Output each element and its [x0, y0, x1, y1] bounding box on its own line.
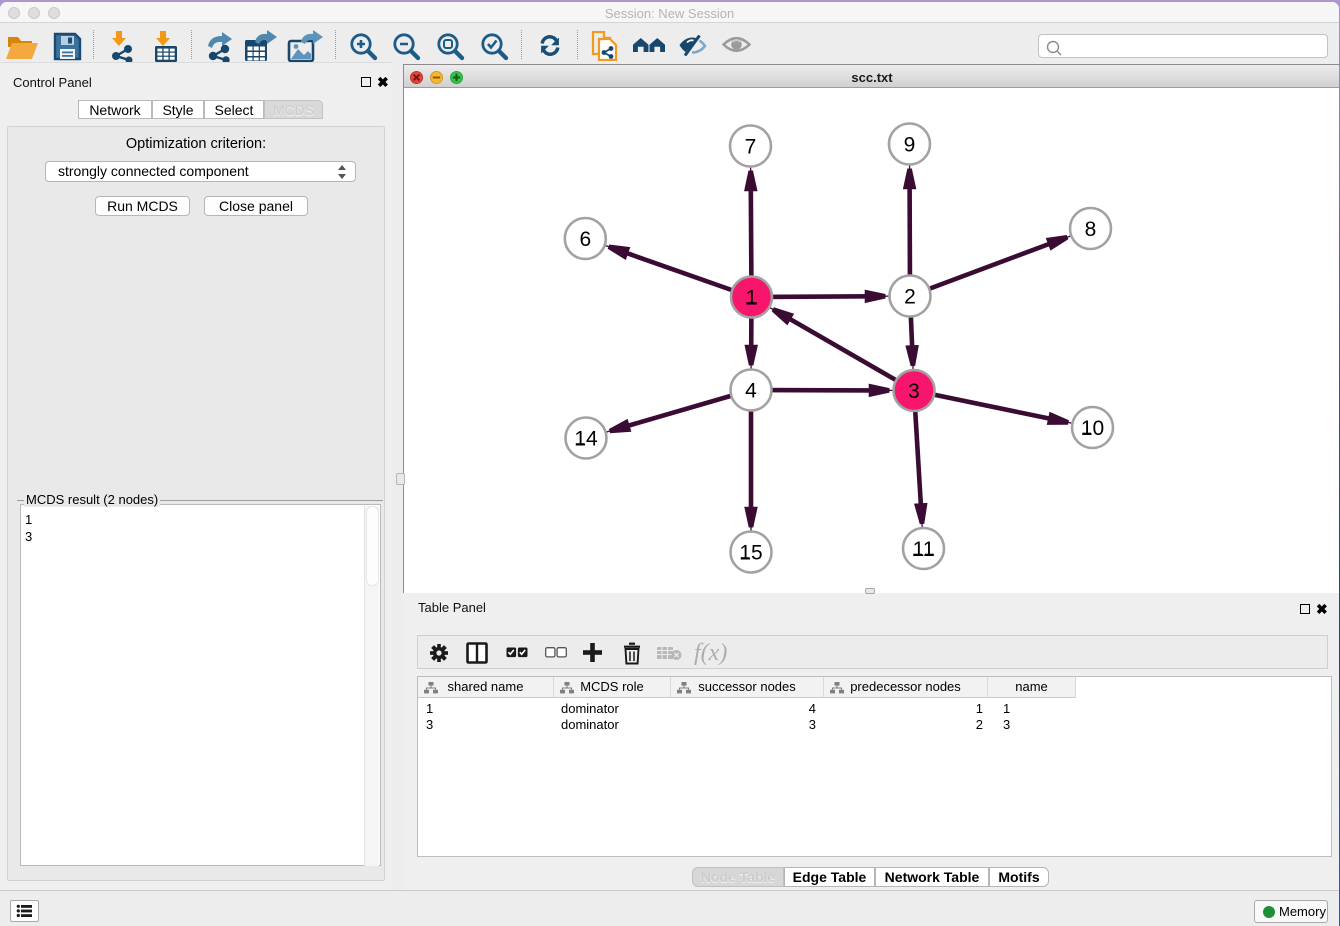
svg-text:15: 15 [739, 542, 762, 565]
svg-text:1: 1 [746, 287, 758, 310]
svg-text:8: 8 [1085, 218, 1097, 241]
svg-text:10: 10 [1081, 417, 1104, 440]
svg-text:f(x): f(x) [694, 640, 727, 666]
svg-text:6: 6 [579, 228, 591, 251]
svg-text:2: 2 [904, 286, 916, 309]
svg-text:7: 7 [745, 136, 757, 159]
svg-text:3: 3 [908, 380, 920, 403]
svg-text:11: 11 [913, 538, 935, 561]
svg-text:4: 4 [745, 380, 757, 403]
svg-text:9: 9 [904, 134, 916, 157]
svg-text:14: 14 [574, 428, 598, 451]
